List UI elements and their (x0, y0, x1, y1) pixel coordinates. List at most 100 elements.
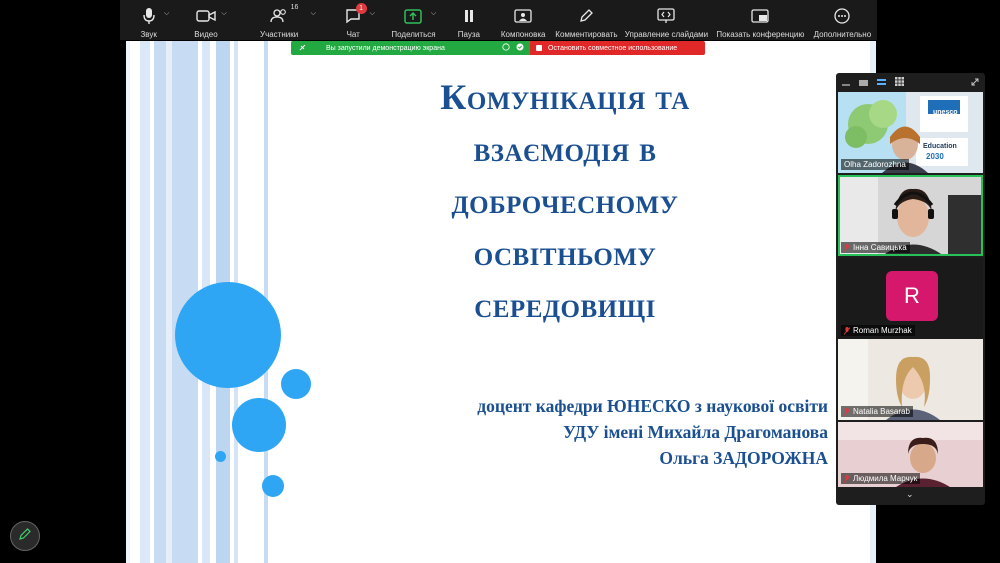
participants-count: 16 (290, 4, 299, 11)
slide-title-line: середовищі (474, 285, 656, 325)
pause-label: Пауза (457, 30, 480, 39)
participant-name-text: Людмила Марчук (853, 474, 918, 483)
slide-title-line: освітньому (473, 233, 657, 273)
participant-name: Людмила Марчук (841, 473, 921, 484)
education-2030-logo: 2030 (926, 152, 944, 161)
participants-label: Участники (259, 30, 299, 39)
microphone-icon (142, 7, 156, 25)
chevron-down-icon[interactable]: ⌵ (164, 10, 169, 18)
stop-square-icon (536, 45, 542, 51)
video-camera-icon (196, 7, 216, 25)
chevron-down-icon[interactable]: ⌄ (906, 489, 914, 500)
microphone-muted-icon (843, 326, 851, 335)
slide-author-line: Ольга ЗАДОРОЖНА (659, 448, 828, 468)
slide-title: Комунікація та взаємодія в доброчесному … (376, 71, 754, 331)
participant-name-text: Olha Zadorozhna (844, 160, 906, 169)
decor-circle (215, 451, 226, 462)
sharing-status-text: Вы запустили демонстрацию экрана (326, 44, 445, 52)
annotate-label: Комментировать (555, 30, 618, 39)
pause-share-button[interactable]: Пауза (444, 0, 493, 40)
participant-name: Olha Zadorozhna (841, 159, 909, 170)
slide-title-line: доброчесному (451, 181, 679, 221)
participants-button[interactable]: 16 Участники ⌵ (235, 0, 324, 40)
decor-circle (281, 369, 311, 399)
slide-author-line: УДУ імені Михайла Драгоманова (563, 422, 828, 442)
participant-name-text: Roman Murzhak (853, 326, 912, 335)
participant-name-text: Інна Савицька (853, 243, 907, 252)
audio-button[interactable]: Звук ⌵ (120, 0, 177, 40)
more-button[interactable]: Дополнительно (808, 0, 877, 40)
participant-tile[interactable]: R Roman Murzhak (838, 258, 983, 339)
microphone-muted-icon (843, 407, 851, 416)
gallery-controls (836, 73, 985, 91)
slide-stripe (166, 41, 172, 563)
slide-title-line: Комунікація та (440, 77, 690, 117)
chevron-down-icon[interactable]: ⌵ (311, 10, 316, 18)
chevron-down-icon[interactable]: ⌵ (370, 10, 375, 18)
share-screen-icon (404, 7, 423, 25)
show-meeting-button[interactable]: Показать конференцию (713, 0, 808, 40)
share-label: Поделиться (391, 30, 436, 39)
audio-label: Звук (140, 30, 157, 39)
share-button[interactable]: Поделиться ⌵ (383, 0, 444, 40)
grid-view-icon[interactable] (895, 73, 904, 91)
participant-name: Інна Савицька (841, 242, 910, 253)
chat-label: Чат (346, 30, 360, 39)
participant-tile[interactable]: Людмила Марчук (838, 422, 983, 487)
stop-share-button[interactable]: Остановить совместное использование (530, 41, 705, 55)
education-logo: Education (923, 143, 957, 150)
participant-name-text: Natalia Basarab (853, 407, 910, 416)
chevron-down-icon[interactable]: ⌵ (221, 10, 226, 18)
chevron-down-icon[interactable]: ⌵ (431, 10, 436, 18)
participant-tile-active-speaker[interactable]: Інна Савицька (838, 175, 983, 256)
participant-tile[interactable]: Natalia Basarab (838, 339, 983, 420)
slide-control-label: Управление слайдами (624, 30, 709, 39)
pen-icon (578, 7, 594, 25)
pen-icon (18, 527, 32, 546)
stop-share-label: Остановить совместное использование (548, 44, 678, 52)
slide-author: доцент кафедри ЮНЕСКО з наукової освіти … (477, 393, 828, 471)
slide-control-button[interactable]: Управление слайдами (620, 0, 713, 40)
avatar: R (886, 271, 938, 321)
pause-icon (463, 7, 475, 25)
slide-title-line: взаємодія в (473, 129, 657, 169)
layout-label: Компоновка (500, 30, 546, 39)
participants-icon (270, 7, 288, 25)
more-icon (834, 7, 851, 25)
unesco-logo: unesco (933, 109, 958, 116)
shared-slide: Комунікація та взаємодія в доброчесному … (126, 41, 876, 563)
slide-author-line: доцент кафедри ЮНЕСКО з наукової освіти (477, 396, 828, 416)
zoom-screen-share-window: Звук ⌵ Видео ⌵ 16 Участники ⌵ 1 Чат ⌵ По… (0, 0, 1000, 563)
microphone-muted-icon (843, 474, 851, 483)
decor-circle (232, 398, 286, 452)
decor-circle (175, 282, 281, 388)
more-label: Дополнительно (813, 30, 872, 39)
meeting-toolbar: Звук ⌵ Видео ⌵ 16 Участники ⌵ 1 Чат ⌵ По… (120, 0, 877, 40)
annotate-floating-button[interactable] (10, 521, 40, 551)
strip-view-icon[interactable] (877, 73, 886, 91)
video-gallery-panel: unesco Education 2030 Olha Zadorozhna Ін… (836, 73, 985, 505)
expand-icon[interactable] (971, 73, 979, 91)
participant-name: Natalia Basarab (841, 406, 913, 417)
microphone-muted-icon (843, 243, 851, 252)
shield-check-icon[interactable] (516, 43, 524, 53)
share-info-icon[interactable] (502, 43, 510, 53)
layout-button[interactable]: Компоновка (494, 0, 553, 40)
video-button[interactable]: Видео ⌵ (177, 0, 234, 40)
show-meeting-label: Показать конференцию (716, 30, 805, 39)
decor-circle (262, 475, 284, 497)
layout-icon (514, 7, 532, 25)
share-leaf-icon (299, 44, 306, 53)
participant-tile[interactable]: unesco Education 2030 Olha Zadorozhna (838, 92, 983, 173)
show-meeting-icon (751, 7, 770, 25)
sharing-status-banner: Вы запустили демонстрацию экрана (291, 41, 530, 55)
chat-unread-badge: 1 (355, 3, 367, 14)
slide-stripe (140, 41, 150, 563)
slides-control-icon (657, 7, 676, 25)
annotate-button[interactable]: Комментировать (553, 0, 620, 40)
chat-button[interactable]: 1 Чат ⌵ (324, 0, 383, 40)
single-view-icon[interactable] (859, 73, 868, 91)
minimize-icon[interactable] (842, 73, 850, 91)
slide-stripe (126, 41, 130, 563)
video-label: Видео (194, 30, 218, 39)
